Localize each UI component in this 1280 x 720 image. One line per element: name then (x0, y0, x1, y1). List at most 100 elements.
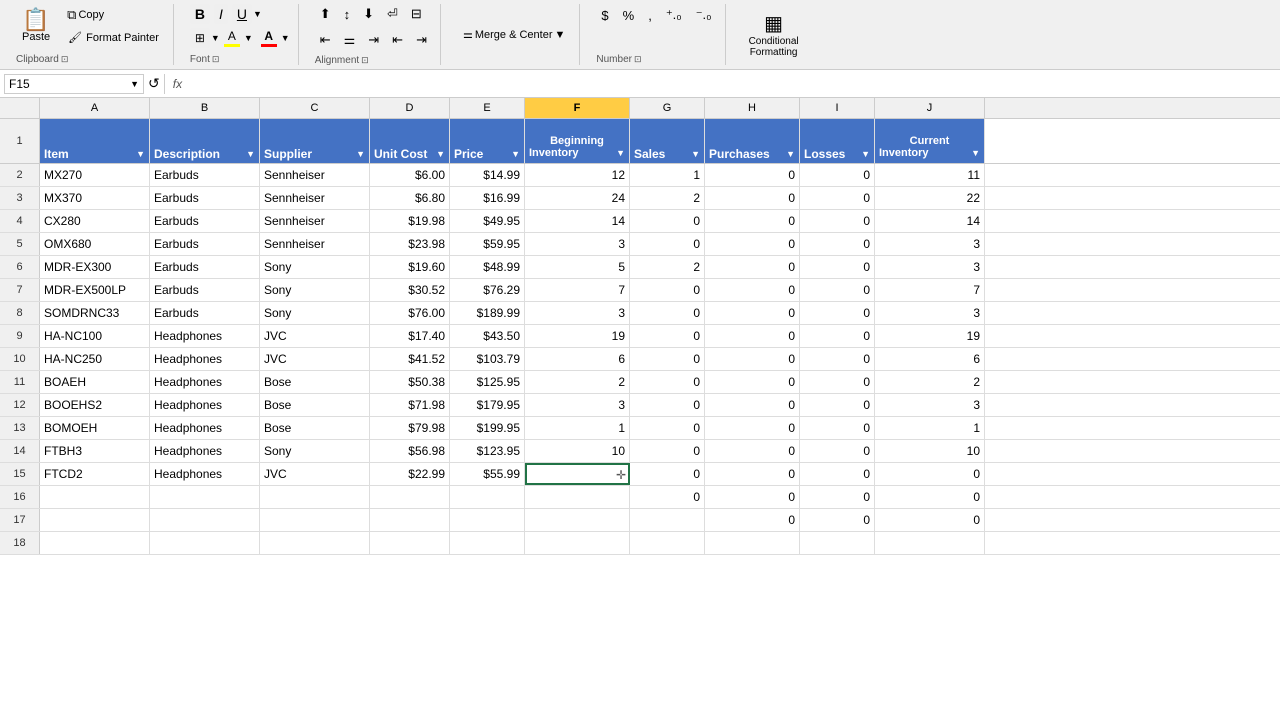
cell-g18[interactable] (630, 532, 705, 554)
cell-a1[interactable]: Item ▼ (40, 119, 150, 163)
cell-ref-dropdown[interactable]: ▼ (130, 79, 139, 89)
cell-e8[interactable]: $189.99 (450, 302, 525, 324)
increase-indent-button[interactable]: ⇥ (411, 29, 432, 51)
decimal-dec-button[interactable]: ⁻.₀ (691, 4, 717, 26)
cell-c7[interactable]: Sony (260, 279, 370, 301)
cell-f9[interactable]: 19 (525, 325, 630, 347)
cell-c2[interactable]: Sennheiser (260, 164, 370, 186)
cell-i8[interactable]: 0 (800, 302, 875, 324)
cell-d18[interactable] (370, 532, 450, 554)
cell-c16[interactable] (260, 486, 370, 508)
cell-b7[interactable]: Earbuds (150, 279, 260, 301)
alignment-dialog-launcher[interactable]: ⊡ (361, 55, 369, 66)
cell-a11[interactable]: BOAEH (40, 371, 150, 393)
supplier-filter-dropdown[interactable]: ▼ (356, 149, 365, 159)
cell-a9[interactable]: HA-NC100 (40, 325, 150, 347)
cell-f11[interactable]: 2 (525, 371, 630, 393)
border-button[interactable]: ⊞ (190, 28, 210, 48)
cell-g9[interactable]: 0 (630, 325, 705, 347)
col-header-e[interactable]: E (450, 98, 525, 118)
cell-b14[interactable]: Headphones (150, 440, 260, 462)
cell-i6[interactable]: 0 (800, 256, 875, 278)
row-num-3[interactable]: 3 (0, 187, 40, 209)
align-right-button[interactable]: ⇥ (363, 29, 384, 51)
cell-e9[interactable]: $43.50 (450, 325, 525, 347)
cell-c1[interactable]: Supplier ▼ (260, 119, 370, 163)
cell-i7[interactable]: 0 (800, 279, 875, 301)
cell-c12[interactable]: Bose (260, 394, 370, 416)
cell-a3[interactable]: MX370 (40, 187, 150, 209)
cell-j15[interactable]: 0 (875, 463, 985, 485)
cell-a17[interactable] (40, 509, 150, 531)
cell-h18[interactable] (705, 532, 800, 554)
row-num-16[interactable]: 16 (0, 486, 40, 508)
cell-j8[interactable]: 3 (875, 302, 985, 324)
cell-b15[interactable]: Headphones (150, 463, 260, 485)
cell-d8[interactable]: $76.00 (370, 302, 450, 324)
cell-h11[interactable]: 0 (705, 371, 800, 393)
paste-button[interactable]: 📋 Paste (16, 6, 56, 46)
cell-f16[interactable] (525, 486, 630, 508)
cell-i9[interactable]: 0 (800, 325, 875, 347)
cell-a12[interactable]: BOOEHS2 (40, 394, 150, 416)
cell-g4[interactable]: 0 (630, 210, 705, 232)
cell-e1[interactable]: Price ▼ (450, 119, 525, 163)
cell-a6[interactable]: MDR-EX300 (40, 256, 150, 278)
row-num-6[interactable]: 6 (0, 256, 40, 278)
font-dialog-launcher[interactable]: ⊡ (212, 54, 220, 65)
cell-j7[interactable]: 7 (875, 279, 985, 301)
cell-d3[interactable]: $6.80 (370, 187, 450, 209)
underline-dropdown[interactable]: ▼ (253, 9, 262, 19)
cell-j16[interactable]: 0 (875, 486, 985, 508)
cell-j12[interactable]: 3 (875, 394, 985, 416)
cell-c13[interactable]: Bose (260, 417, 370, 439)
cell-c14[interactable]: Sony (260, 440, 370, 462)
cell-g13[interactable]: 0 (630, 417, 705, 439)
cell-j4[interactable]: 14 (875, 210, 985, 232)
row-num-8[interactable]: 8 (0, 302, 40, 324)
cell-f1[interactable]: Beginning Inventory ▼ (525, 119, 630, 163)
cell-i5[interactable]: 0 (800, 233, 875, 255)
cell-i12[interactable]: 0 (800, 394, 875, 416)
cell-h13[interactable]: 0 (705, 417, 800, 439)
cell-f6[interactable]: 5 (525, 256, 630, 278)
cell-d7[interactable]: $30.52 (370, 279, 450, 301)
underline-button[interactable]: U (232, 4, 252, 24)
align-left-button[interactable]: ⇤ (315, 29, 336, 51)
cell-f10[interactable]: 6 (525, 348, 630, 370)
cell-j2[interactable]: 11 (875, 164, 985, 186)
cell-g10[interactable]: 0 (630, 348, 705, 370)
cell-e2[interactable]: $14.99 (450, 164, 525, 186)
cell-g1[interactable]: Sales ▼ (630, 119, 705, 163)
cell-g3[interactable]: 2 (630, 187, 705, 209)
cell-b12[interactable]: Headphones (150, 394, 260, 416)
cell-j14[interactable]: 10 (875, 440, 985, 462)
cell-c10[interactable]: JVC (260, 348, 370, 370)
cell-h12[interactable]: 0 (705, 394, 800, 416)
cell-c4[interactable]: Sennheiser (260, 210, 370, 232)
cell-e14[interactable]: $123.95 (450, 440, 525, 462)
cell-h8[interactable]: 0 (705, 302, 800, 324)
cell-g11[interactable]: 0 (630, 371, 705, 393)
cell-h17[interactable]: 0 (705, 509, 800, 531)
cell-b8[interactable]: Earbuds (150, 302, 260, 324)
price-filter-dropdown[interactable]: ▼ (511, 149, 520, 159)
cell-e10[interactable]: $103.79 (450, 348, 525, 370)
cell-c6[interactable]: Sony (260, 256, 370, 278)
formula-input[interactable] (190, 77, 1276, 91)
clipboard-dialog-launcher[interactable]: ⊡ (61, 54, 69, 65)
cell-j1[interactable]: Current Inventory ▼ (875, 119, 985, 163)
cell-b5[interactable]: Earbuds (150, 233, 260, 255)
cell-a7[interactable]: MDR-EX500LP (40, 279, 150, 301)
cell-g16[interactable]: 0 (630, 486, 705, 508)
cell-h4[interactable]: 0 (705, 210, 800, 232)
cell-c15[interactable]: JVC (260, 463, 370, 485)
align-top-button[interactable]: ⬆ (315, 3, 336, 25)
cell-f17[interactable] (525, 509, 630, 531)
cell-c11[interactable]: Bose (260, 371, 370, 393)
row-num-17[interactable]: 17 (0, 509, 40, 531)
cell-f4[interactable]: 14 (525, 210, 630, 232)
percent-button[interactable]: % (618, 5, 640, 26)
cell-f15[interactable]: ✛ (525, 463, 630, 485)
cell-h6[interactable]: 0 (705, 256, 800, 278)
